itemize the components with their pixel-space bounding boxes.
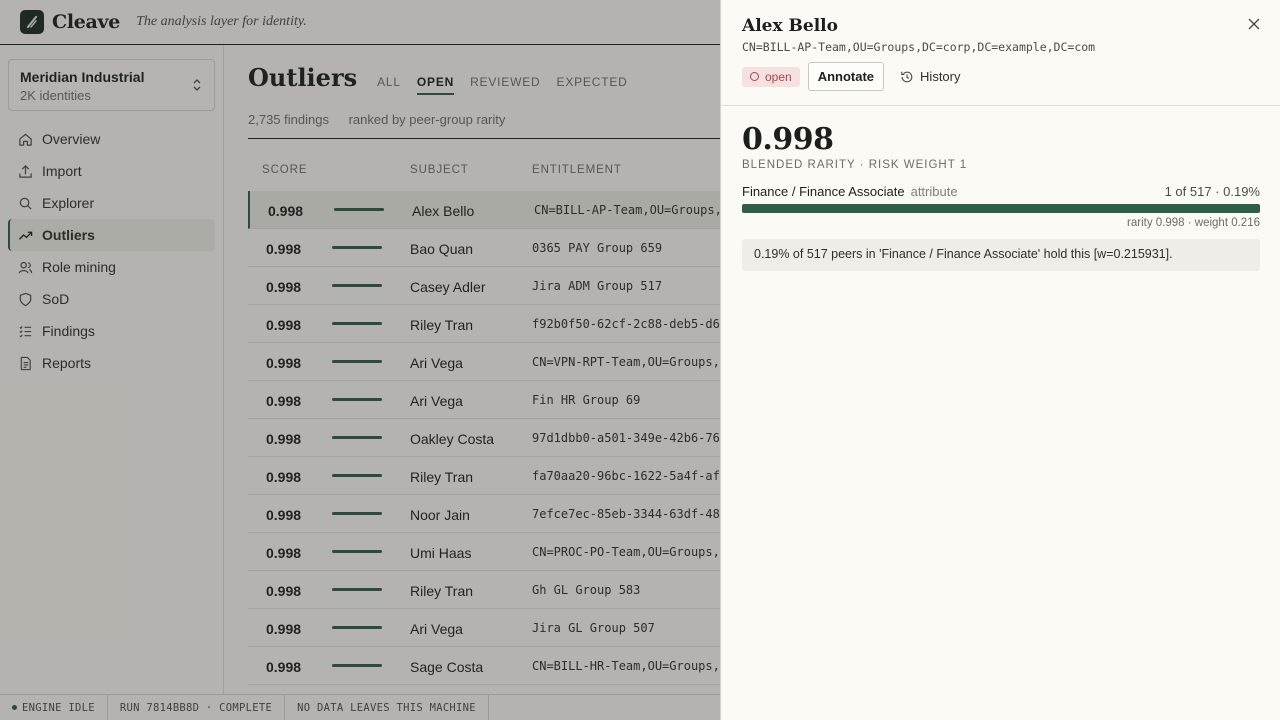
score-caption: BLENDED RARITY · RISK WEIGHT 1 <box>742 159 968 171</box>
history-label: History <box>920 69 961 84</box>
drawer-entitlement-dn: CN=BILL-AP-Team,OU=Groups,DC=corp,DC=exa… <box>742 40 1096 54</box>
drawer-subject-name: Alex Bello <box>742 16 838 36</box>
peer-group-name: Finance / Finance Associate <box>742 184 905 199</box>
open-circle-icon <box>750 72 759 81</box>
peer-group-row: Finance / Finance Associate attribute 1 o… <box>742 184 1260 199</box>
drawer-header: Alex Bello CN=BILL-AP-Team,OU=Groups,DC=… <box>721 0 1280 106</box>
drawer-body: 0.998 BLENDED RARITY · RISK WEIGHT 1 Fin… <box>721 106 1280 271</box>
history-icon <box>901 71 913 82</box>
history-button[interactable]: History <box>900 69 961 84</box>
explanation-note: 0.19% of 517 peers in 'Finance / Finance… <box>742 239 1260 271</box>
peer-group-kind: attribute <box>910 184 958 199</box>
drawer-actions: open Annotate History <box>742 62 1260 91</box>
status-badge-label: open <box>765 69 792 84</box>
drawer-backdrop[interactable] <box>0 0 720 720</box>
annotate-button[interactable]: Annotate <box>807 62 885 91</box>
status-badge: open <box>742 66 800 87</box>
blended-score: 0.998 <box>742 122 834 157</box>
close-icon[interactable] <box>1246 16 1262 32</box>
rarity-bar <box>742 204 1260 213</box>
peer-count: 1 of 517 · 0.19% <box>1164 184 1260 199</box>
rarity-weight: rarity 0.998 · weight 0.216 <box>1127 217 1260 229</box>
detail-drawer: Alex Bello CN=BILL-AP-Team,OU=Groups,DC=… <box>720 0 1280 720</box>
